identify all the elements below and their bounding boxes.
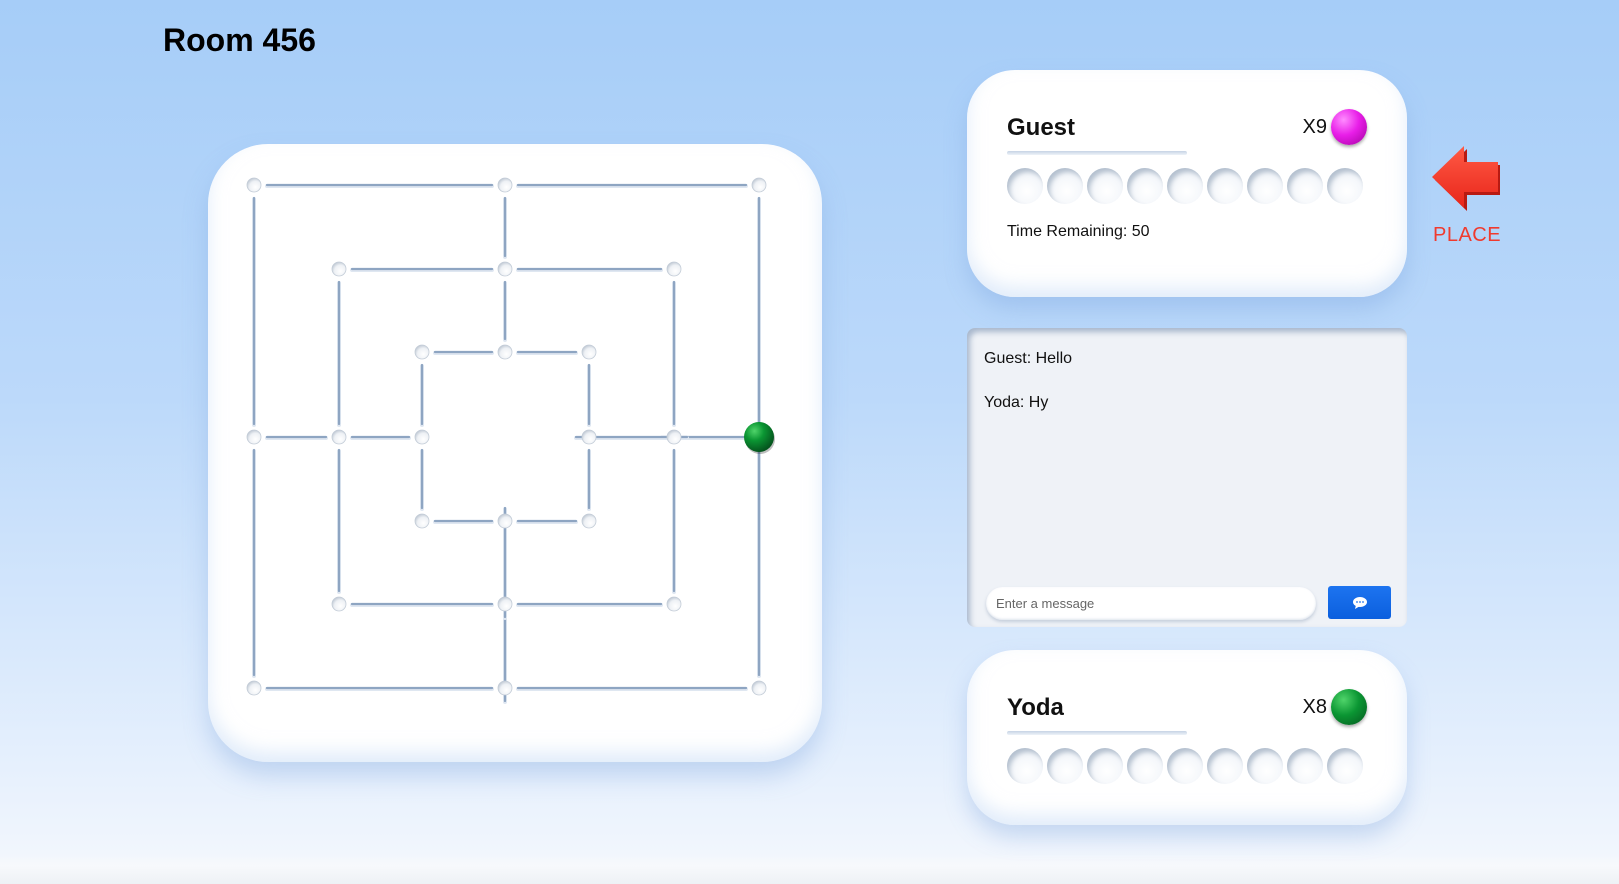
piece-slot [1127, 748, 1163, 784]
piece-slot [1047, 168, 1083, 204]
chat-bubble-icon [1352, 596, 1367, 609]
name-underline [1007, 151, 1187, 155]
board-point-middle-top-right[interactable] [666, 261, 682, 277]
turn-action-label: PLACE [1433, 224, 1502, 246]
pieces-remaining-count: X8 [1302, 696, 1327, 718]
board-lines [246, 177, 775, 704]
board-point-outer-bottom-right[interactable] [751, 680, 767, 696]
board-point-outer-bottom-left[interactable] [246, 680, 262, 696]
piece-slot [1087, 168, 1123, 204]
player-piece-icon [1331, 109, 1367, 145]
player-piece-icon [1331, 689, 1367, 725]
board-point-outer-top-right[interactable] [751, 177, 767, 193]
game-board[interactable] [208, 144, 822, 762]
board-point-inner-bottom-left[interactable] [414, 513, 430, 529]
board-point-outer-top-middle[interactable] [497, 177, 513, 193]
piece-slot [1207, 748, 1243, 784]
chat-message-input[interactable] [986, 587, 1316, 620]
chat-panel: Guest: Hello Yoda: Hy [967, 328, 1407, 627]
name-underline [1007, 731, 1187, 735]
piece-slot [1127, 168, 1163, 204]
board-point-inner-right-middle[interactable] [581, 429, 597, 445]
player-card-guest: Guest X9 Time Remaining: 50 [967, 70, 1407, 297]
chat-message: Guest: Hello [984, 350, 1073, 367]
green-piece[interactable] [744, 422, 774, 452]
piece-slot [1207, 168, 1243, 204]
piece-slot [1247, 748, 1283, 784]
board-point-middle-bottom-left[interactable] [331, 596, 347, 612]
board-point-inner-bottom-middle[interactable] [497, 513, 513, 529]
player-name: Guest [1007, 114, 1076, 141]
piece-slot [1327, 748, 1363, 784]
board-point-inner-top-left[interactable] [414, 344, 430, 360]
piece-slot [1287, 748, 1323, 784]
arrow-left-icon [1432, 146, 1500, 211]
board-point-inner-top-middle[interactable] [497, 344, 513, 360]
chat-message: Yoda: Hy [984, 394, 1049, 411]
piece-slot [1247, 168, 1283, 204]
piece-slot [1327, 168, 1363, 204]
board-point-middle-bottom-right[interactable] [666, 596, 682, 612]
board-point-outer-bottom-middle[interactable] [497, 680, 513, 696]
board-point-middle-left-middle[interactable] [331, 429, 347, 445]
piece-slot [1167, 748, 1203, 784]
board-point-inner-left-middle[interactable] [414, 429, 430, 445]
player-name: Yoda [1007, 694, 1064, 721]
piece-slot [1287, 168, 1323, 204]
time-remaining: Time Remaining: 50 [1007, 223, 1150, 240]
piece-slot [1007, 168, 1043, 204]
board-point-middle-bottom-middle[interactable] [497, 596, 513, 612]
board-point-inner-bottom-right[interactable] [581, 513, 597, 529]
send-message-button[interactable] [1328, 586, 1391, 619]
captured-pieces-tray [1007, 168, 1363, 204]
piece-slot [1087, 748, 1123, 784]
board-point-middle-top-left[interactable] [331, 261, 347, 277]
piece-slot [1047, 748, 1083, 784]
player-card-yoda: Yoda X8 [967, 650, 1407, 825]
board-point-outer-left-middle[interactable] [246, 429, 262, 445]
board-point-inner-top-right[interactable] [581, 344, 597, 360]
piece-slot [1007, 748, 1043, 784]
board-point-middle-right-middle[interactable] [666, 429, 682, 445]
board-point-outer-top-left[interactable] [246, 177, 262, 193]
page-bottom-shade [0, 854, 1619, 884]
board-point-middle-top-middle[interactable] [497, 261, 513, 277]
room-title: Room 456 [163, 22, 316, 58]
pieces-remaining-count: X9 [1302, 116, 1327, 138]
piece-slot [1167, 168, 1203, 204]
captured-pieces-tray [1007, 748, 1363, 784]
